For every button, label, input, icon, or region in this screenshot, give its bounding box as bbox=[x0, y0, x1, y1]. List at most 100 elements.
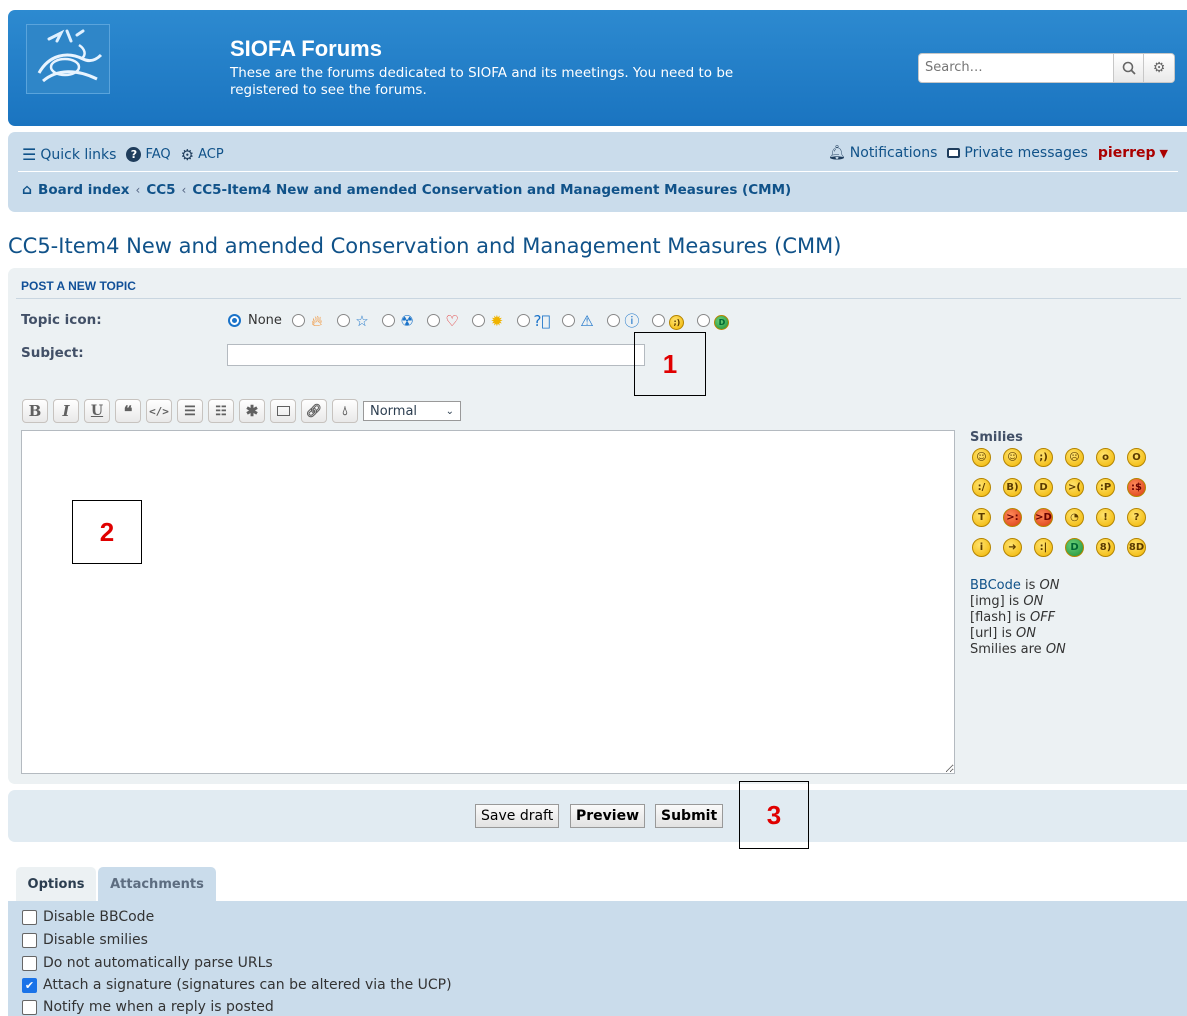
option-no-parse-urls[interactable]: Do not automatically parse URLs bbox=[22, 955, 273, 971]
option-disable-bbcode[interactable]: Disable BBCode bbox=[22, 909, 154, 925]
preview-button[interactable]: Preview bbox=[570, 804, 646, 828]
search-input[interactable] bbox=[919, 54, 1117, 80]
smiley-uber-geek-icon[interactable]: 8D bbox=[1127, 538, 1146, 557]
nav-right: 🔔︎ Notifications Private messages pierre… bbox=[828, 145, 1174, 161]
smiley-evil-icon[interactable]: >: bbox=[1003, 508, 1022, 527]
underline-button[interactable]: U bbox=[84, 399, 110, 423]
notifications-link[interactable]: 🔔︎ Notifications bbox=[828, 145, 937, 161]
smiley-sad-icon[interactable]: ☹ bbox=[1065, 448, 1084, 467]
disable-smilies-checkbox[interactable] bbox=[22, 932, 37, 948]
submit-button[interactable]: Submit bbox=[655, 804, 724, 828]
private-messages-link[interactable]: Private messages bbox=[947, 145, 1088, 161]
lightbulb-icon: ✹ bbox=[490, 311, 504, 330]
option-label: Disable smilies bbox=[43, 932, 148, 948]
topic-icon-radio-radioactive[interactable] bbox=[381, 314, 395, 327]
site-title[interactable]: SIOFA Forums bbox=[230, 36, 382, 62]
smiley-lol-icon[interactable]: D bbox=[1034, 478, 1053, 497]
nav-divider bbox=[18, 171, 1178, 172]
list-item-button[interactable]: ✱ bbox=[239, 399, 265, 423]
acp-label: ACP bbox=[198, 147, 224, 162]
topic-icon-radio-warning[interactable] bbox=[561, 314, 575, 327]
smiley-smile-icon[interactable]: ☺ bbox=[1003, 448, 1022, 467]
warning-icon: ⚠ bbox=[580, 311, 594, 330]
topic-icon-radio-star[interactable] bbox=[336, 314, 350, 327]
font-size-select[interactable]: Normal ⌄ bbox=[363, 401, 461, 421]
smiley-exclaim-icon[interactable]: ! bbox=[1096, 508, 1115, 527]
topic-icon-radio-lightbulb[interactable] bbox=[471, 314, 485, 327]
color-button[interactable]: 💧︎ bbox=[332, 399, 358, 423]
topic-icon-radio-fire[interactable] bbox=[291, 314, 305, 327]
bbcode-help-link[interactable]: BBCode bbox=[970, 578, 1021, 593]
disable-bbcode-checkbox[interactable] bbox=[22, 909, 37, 925]
link-button[interactable]: 🔗︎ bbox=[301, 399, 327, 423]
topic-icon-radio-heart[interactable] bbox=[426, 314, 440, 327]
option-label: Disable BBCode bbox=[43, 909, 155, 925]
quote-button[interactable]: ❝ bbox=[115, 399, 141, 423]
smiley-mad-icon[interactable]: >( bbox=[1065, 478, 1084, 497]
italic-button[interactable]: I bbox=[53, 399, 79, 423]
smiley-razz-icon[interactable]: :P bbox=[1096, 478, 1115, 497]
search-button[interactable] bbox=[1113, 54, 1144, 82]
breadcrumb-board-index[interactable]: Board index bbox=[38, 182, 129, 198]
save-draft-button[interactable]: Save draft bbox=[475, 804, 560, 828]
checkmark-icon: ✔ bbox=[24, 978, 35, 992]
smiley-cry-icon[interactable]: T bbox=[972, 508, 991, 527]
smiley-wink-icon[interactable]: ;) bbox=[1034, 448, 1053, 467]
option-label: Notify me when a reply is posted bbox=[43, 999, 274, 1015]
faq-link[interactable]: ? FAQ bbox=[126, 147, 171, 162]
attach-signature-checkbox[interactable]: ✔ bbox=[22, 977, 37, 993]
topic-icon-radio-question[interactable] bbox=[516, 314, 530, 327]
smiley-geek-icon[interactable]: 8) bbox=[1096, 538, 1115, 557]
fire-icon: 🔥︎ bbox=[311, 311, 323, 330]
site-logo[interactable] bbox=[26, 24, 110, 94]
option-attach-signature[interactable]: ✔ Attach a signature (signatures can be … bbox=[22, 977, 452, 993]
tab-attachments[interactable]: Attachments bbox=[98, 867, 216, 901]
smiley-surprised-icon[interactable]: o bbox=[1096, 448, 1115, 467]
bold-button[interactable]: B bbox=[22, 399, 48, 423]
breadcrumb-current-forum[interactable]: CC5-Item4 New and amended Conservation a… bbox=[192, 182, 791, 198]
code-button[interactable]: </> bbox=[146, 399, 172, 423]
smiley-idea-icon[interactable]: i bbox=[972, 538, 991, 557]
panel-divider bbox=[16, 298, 1181, 299]
option-disable-smilies[interactable]: Disable smilies bbox=[22, 932, 148, 948]
quick-links-menu[interactable]: ☰ Quick links bbox=[22, 145, 116, 164]
ordered-list-button[interactable]: ☷ bbox=[208, 399, 234, 423]
message-editor[interactable] bbox=[21, 430, 955, 774]
no-parse-urls-checkbox[interactable] bbox=[22, 955, 37, 971]
smiley-confused-icon[interactable]: :/ bbox=[972, 478, 991, 497]
smiley-shocked-icon[interactable]: O bbox=[1127, 448, 1146, 467]
advanced-search-button[interactable]: ⚙ bbox=[1143, 54, 1174, 82]
smiley-cool-icon[interactable]: B) bbox=[1003, 478, 1022, 497]
font-size-value: Normal bbox=[370, 403, 418, 419]
smiley-laughing-icon[interactable]: ☺ bbox=[972, 448, 991, 467]
list-button[interactable]: ☰ bbox=[177, 399, 203, 423]
smiley-question-icon[interactable]: ? bbox=[1127, 508, 1146, 527]
star-icon: ☆ bbox=[355, 311, 369, 330]
page-title[interactable]: CC5-Item4 New and amended Conservation a… bbox=[8, 234, 841, 258]
smiley-arrow-icon[interactable]: ➜ bbox=[1003, 538, 1022, 557]
link-icon: 🔗︎ bbox=[305, 403, 323, 419]
breadcrumb-cc5[interactable]: CC5 bbox=[146, 182, 175, 198]
image-button[interactable] bbox=[270, 399, 296, 423]
user-menu[interactable]: pierrep ▼ bbox=[1098, 145, 1168, 161]
smilies-grid: ☺ ☺ ;) ☹ o O :/ B) D >( :P :$ T >: >D ◔ … bbox=[972, 448, 1147, 557]
smiley-rolleyes-icon[interactable]: ◔ bbox=[1065, 508, 1084, 527]
smiley-twisted-icon[interactable]: >D bbox=[1034, 508, 1053, 527]
tab-options[interactable]: Options bbox=[16, 867, 96, 901]
heart-icon: ♡ bbox=[445, 311, 459, 330]
topic-icon-radio-grin[interactable] bbox=[696, 314, 710, 327]
subject-input[interactable] bbox=[227, 344, 645, 366]
acp-link[interactable]: ⚙ ACP bbox=[181, 146, 224, 164]
flash-state: OFF bbox=[1029, 610, 1056, 625]
topic-icon-radio-wink[interactable] bbox=[651, 314, 665, 327]
img-state: ON bbox=[1023, 594, 1044, 609]
topic-icon-radio-none[interactable] bbox=[228, 314, 241, 327]
smiley-redface-icon[interactable]: :$ bbox=[1127, 478, 1146, 497]
url-status-label: [url] is bbox=[970, 626, 1012, 641]
smiley-neutral-icon[interactable]: :| bbox=[1034, 538, 1053, 557]
smiley-mrgreen-icon[interactable]: D bbox=[1065, 538, 1084, 557]
option-notify-reply[interactable]: Notify me when a reply is posted bbox=[22, 999, 274, 1015]
topic-icon-radio-info[interactable] bbox=[606, 314, 620, 327]
img-status-line: [img] is ON bbox=[970, 594, 1066, 610]
notify-reply-checkbox[interactable] bbox=[22, 999, 37, 1015]
